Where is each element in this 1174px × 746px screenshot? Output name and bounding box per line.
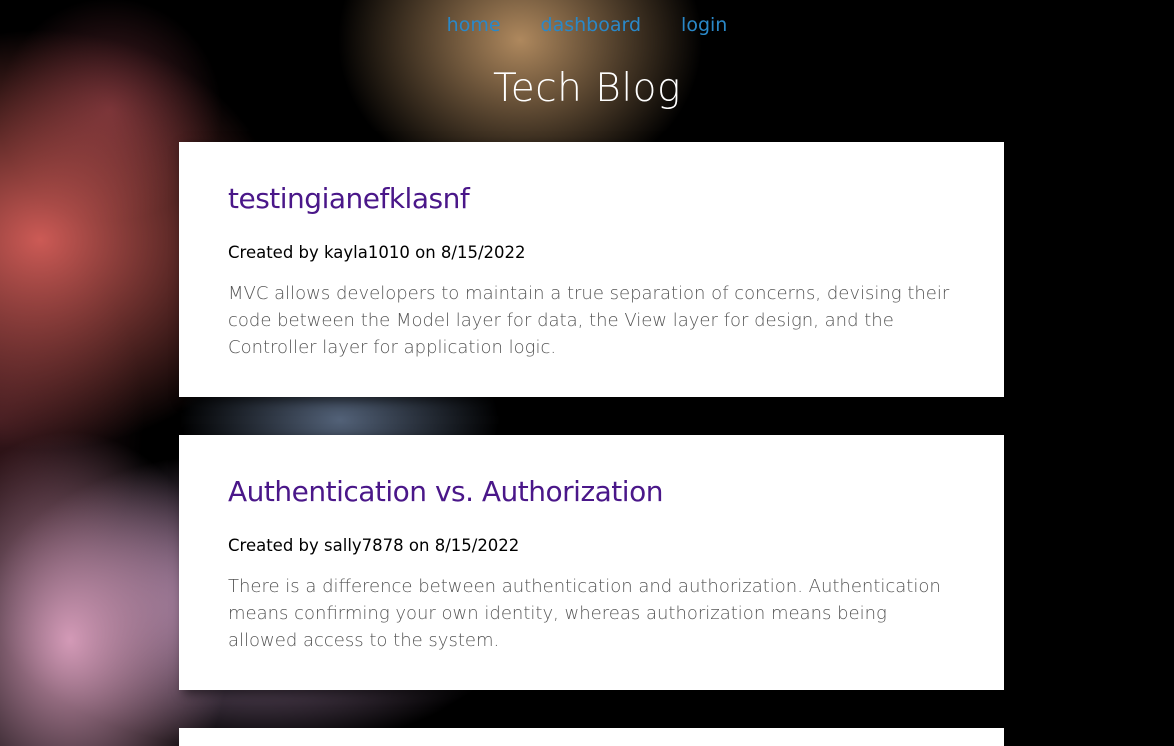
post-card-partial[interactable] bbox=[179, 728, 1004, 746]
nav-link-home[interactable]: home bbox=[447, 14, 501, 36]
post-card[interactable]: testingianefklasnf Created by kayla1010 … bbox=[179, 142, 1004, 397]
site-title: Tech Blog bbox=[493, 66, 681, 111]
post-meta: Created by sally7878 on 8/15/2022 bbox=[228, 536, 520, 555]
post-list: testingianefklasnf Created by kayla1010 … bbox=[179, 142, 1004, 746]
post-meta: Created by kayla1010 on 8/15/2022 bbox=[228, 243, 526, 262]
top-nav: home dashboard login bbox=[0, 0, 1174, 50]
nav-link-login[interactable]: login bbox=[681, 14, 727, 36]
nav-link-dashboard[interactable]: dashboard bbox=[541, 14, 642, 36]
post-body: There is a difference between authentica… bbox=[228, 576, 941, 651]
post-body: MVC allows developers to maintain a true… bbox=[228, 283, 950, 358]
post-title[interactable]: Authentication vs. Authorization bbox=[228, 475, 955, 508]
post-card[interactable]: Authentication vs. Authorization Created… bbox=[179, 435, 1004, 690]
post-title[interactable]: testingianefklasnf bbox=[228, 182, 955, 215]
